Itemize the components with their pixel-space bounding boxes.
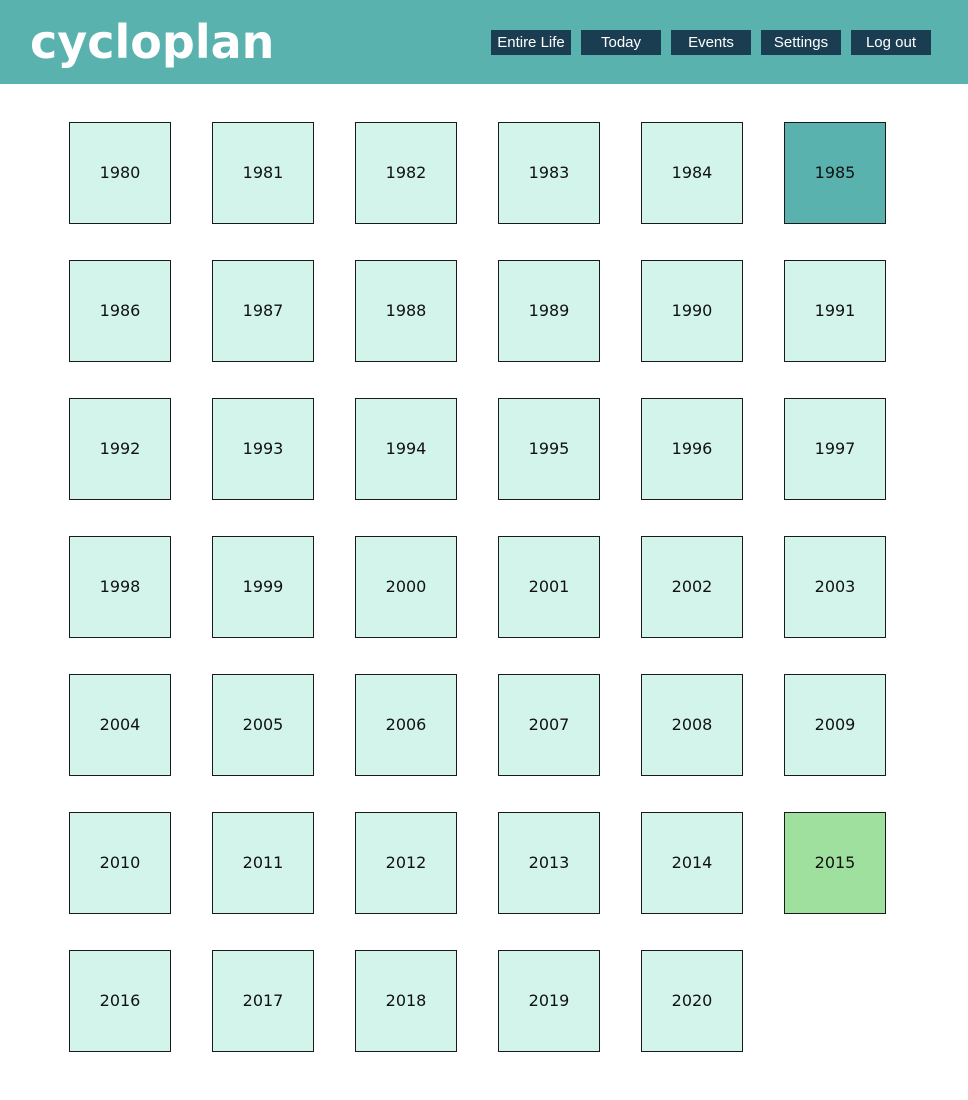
year-cell-2001[interactable]: 2001: [498, 536, 600, 638]
year-cell-2018[interactable]: 2018: [355, 950, 457, 1052]
year-cell-1991[interactable]: 1991: [784, 260, 886, 362]
year-cell-2000[interactable]: 2000: [355, 536, 457, 638]
year-cell-2004[interactable]: 2004: [69, 674, 171, 776]
year-cell-1997[interactable]: 1997: [784, 398, 886, 500]
year-cell-1998[interactable]: 1998: [69, 536, 171, 638]
year-cell-1980[interactable]: 1980: [69, 122, 171, 224]
app-header: cycloplan Entire Life Today Events Setti…: [0, 0, 968, 84]
year-cell-1982[interactable]: 1982: [355, 122, 457, 224]
year-cell-1981[interactable]: 1981: [212, 122, 314, 224]
year-cell-2010[interactable]: 2010: [69, 812, 171, 914]
nav-entire-life-button[interactable]: Entire Life: [491, 30, 571, 55]
nav-settings-button[interactable]: Settings: [761, 30, 841, 55]
year-cell-1988[interactable]: 1988: [355, 260, 457, 362]
year-cell-2006[interactable]: 2006: [355, 674, 457, 776]
year-cell-1990[interactable]: 1990: [641, 260, 743, 362]
year-cell-2007[interactable]: 2007: [498, 674, 600, 776]
year-cell-1995[interactable]: 1995: [498, 398, 600, 500]
year-cell-2008[interactable]: 2008: [641, 674, 743, 776]
year-cell-1987[interactable]: 1987: [212, 260, 314, 362]
year-cell-2019[interactable]: 2019: [498, 950, 600, 1052]
year-cell-2014[interactable]: 2014: [641, 812, 743, 914]
year-cell-2016[interactable]: 2016: [69, 950, 171, 1052]
year-cell-1986[interactable]: 1986: [69, 260, 171, 362]
nav-events-button[interactable]: Events: [671, 30, 751, 55]
year-cell-1999[interactable]: 1999: [212, 536, 314, 638]
nav-today-button[interactable]: Today: [581, 30, 661, 55]
year-cell-2002[interactable]: 2002: [641, 536, 743, 638]
year-cell-1996[interactable]: 1996: [641, 398, 743, 500]
year-cell-1989[interactable]: 1989: [498, 260, 600, 362]
year-cell-1993[interactable]: 1993: [212, 398, 314, 500]
year-cell-2011[interactable]: 2011: [212, 812, 314, 914]
year-cell-2020[interactable]: 2020: [641, 950, 743, 1052]
year-cell-2005[interactable]: 2005: [212, 674, 314, 776]
year-cell-1994[interactable]: 1994: [355, 398, 457, 500]
year-cell-1992[interactable]: 1992: [69, 398, 171, 500]
year-cell-1984[interactable]: 1984: [641, 122, 743, 224]
year-cell-2017[interactable]: 2017: [212, 950, 314, 1052]
year-cell-2013[interactable]: 2013: [498, 812, 600, 914]
year-cell-1983[interactable]: 1983: [498, 122, 600, 224]
year-cell-2015[interactable]: 2015: [784, 812, 886, 914]
year-cell-2003[interactable]: 2003: [784, 536, 886, 638]
nav-logout-button[interactable]: Log out: [851, 30, 931, 55]
year-cell-1985[interactable]: 1985: [784, 122, 886, 224]
app-logo[interactable]: cycloplan: [30, 14, 274, 70]
year-cell-2009[interactable]: 2009: [784, 674, 886, 776]
year-cell-2012[interactable]: 2012: [355, 812, 457, 914]
